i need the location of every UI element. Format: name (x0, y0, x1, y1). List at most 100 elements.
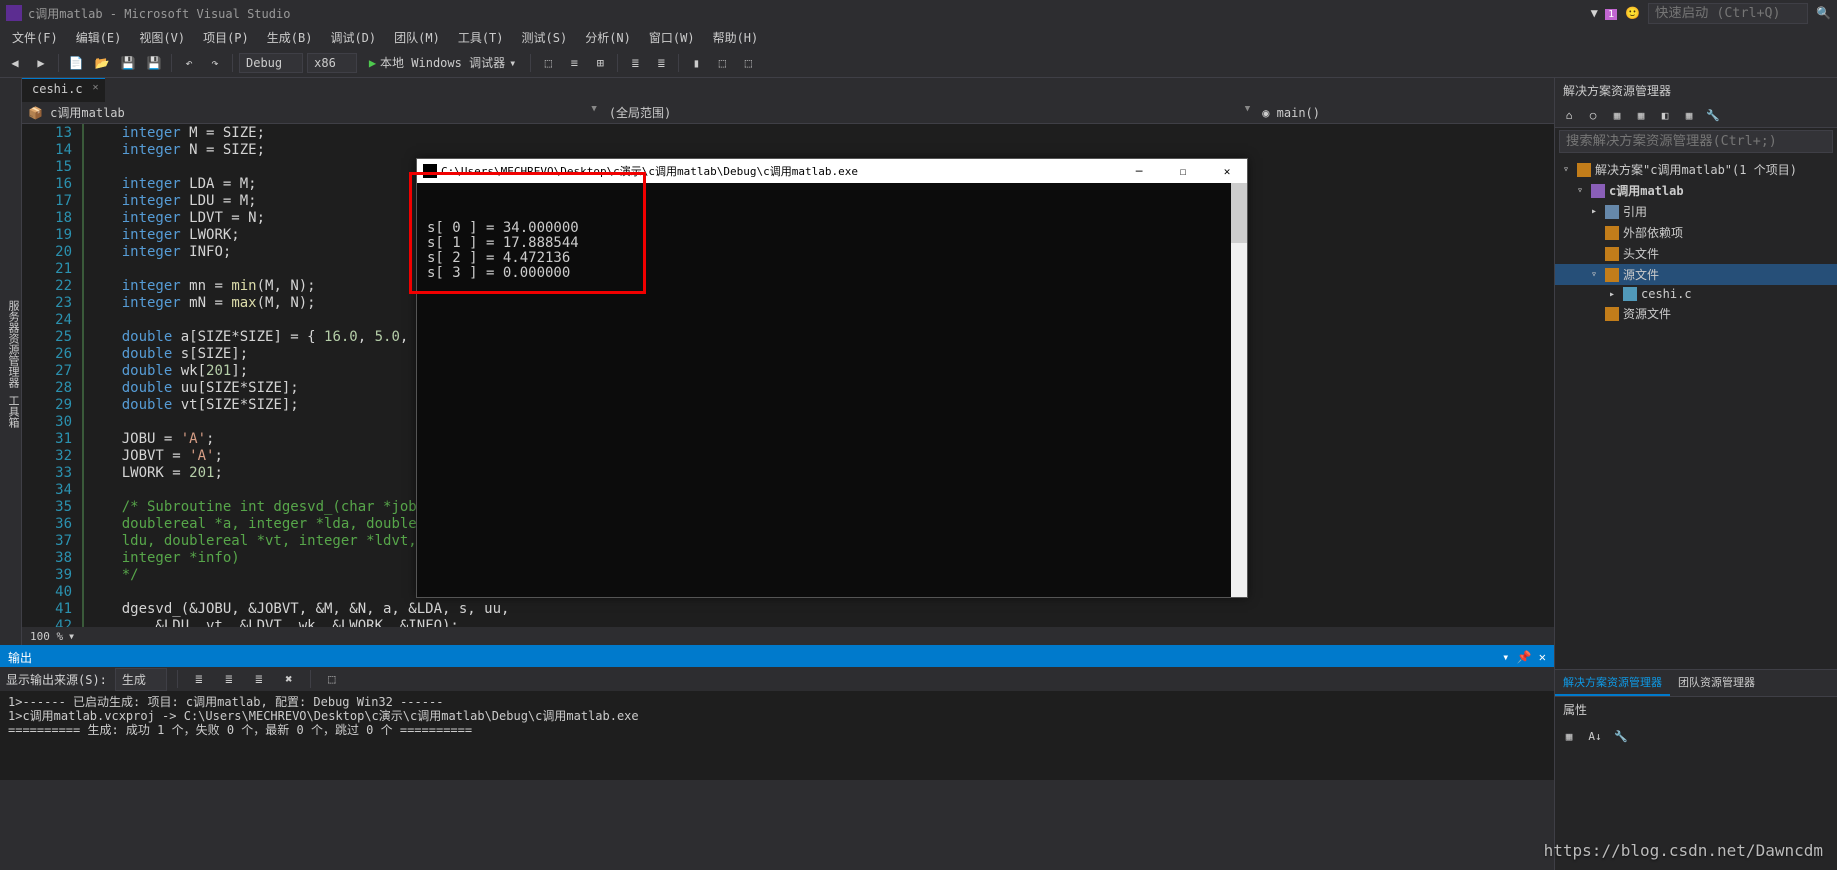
output-source-dropdown[interactable]: 生成 (115, 668, 167, 691)
notification-flag-icon[interactable]: ▼ 1 (1591, 6, 1617, 20)
menu-help[interactable]: 帮助(H) (705, 27, 767, 48)
folder-icon (1605, 247, 1619, 261)
output-body[interactable]: 1>------ 已启动生成: 项目: c调用matlab, 配置: Debug… (0, 691, 1554, 780)
se-home-icon[interactable]: ⌂ (1559, 105, 1579, 125)
se-icon-6[interactable]: ▦ (1679, 105, 1699, 125)
nav-back-icon[interactable]: ◀ (4, 52, 26, 74)
menubar: 文件(F) 编辑(E) 视图(V) 项目(P) 生成(B) 调试(D) 团队(M… (0, 26, 1837, 48)
menu-team[interactable]: 团队(M) (386, 27, 448, 48)
output-panel: 输出 ▾ 📌 ✕ 显示输出来源(S): 生成 ≣ ≣ ≣ ✖ ⬚ 1>-----… (0, 645, 1554, 780)
console-close-icon[interactable]: ✕ (1213, 165, 1241, 178)
output-pin-icon[interactable]: 📌 (1517, 650, 1532, 664)
tree-sources[interactable]: ▿源文件 (1555, 264, 1837, 285)
menu-project[interactable]: 项目(P) (195, 27, 257, 48)
solution-tree[interactable]: ▿解决方案"c调用matlab"(1 个项目) ▿c调用matlab ▸引用 外… (1555, 155, 1837, 669)
menu-analyze[interactable]: 分析(N) (577, 27, 639, 48)
c-file-icon (1623, 287, 1637, 301)
menu-view[interactable]: 视图(V) (131, 27, 193, 48)
solution-icon (1577, 163, 1591, 177)
toolbar: ◀ ▶ 📄 📂 💾 💾 ↶ ↷ Debug x86 ▶本地 Windows 调试… (0, 48, 1837, 78)
quick-launch-input[interactable] (1648, 3, 1808, 24)
output-title: 输出 (8, 649, 32, 666)
undo-icon[interactable]: ↶ (178, 52, 200, 74)
play-icon: ▶ (369, 56, 376, 70)
console-max-icon[interactable]: ☐ (1169, 165, 1197, 178)
console-window[interactable]: C:\Users\MECHREVO\Desktop\c演示\c调用matlab\… (416, 158, 1248, 598)
tree-external-deps[interactable]: 外部依赖项 (1555, 222, 1837, 243)
tb-icon-6[interactable]: ▮ (685, 52, 707, 74)
save-icon[interactable]: 💾 (117, 52, 139, 74)
new-file-icon[interactable]: 📄 (65, 52, 87, 74)
output-tb-1[interactable]: ≣ (188, 668, 210, 690)
tab-solution-explorer[interactable]: 解决方案资源管理器 (1555, 670, 1670, 696)
output-source-label: 显示输出来源(S): (6, 671, 107, 688)
tree-solution-root[interactable]: ▿解决方案"c调用matlab"(1 个项目) (1555, 159, 1837, 180)
output-tb-4[interactable]: ⬚ (321, 668, 343, 690)
left-toolstrip[interactable]: 服务器资源管理器 工具箱 (0, 78, 22, 645)
menu-build[interactable]: 生成(B) (259, 27, 321, 48)
output-close-icon[interactable]: ✕ (1539, 650, 1546, 664)
platform-dropdown[interactable]: x86 (307, 53, 357, 73)
tb-icon-1[interactable]: ⬚ (537, 52, 559, 74)
tab-close-icon[interactable]: ✕ (93, 82, 99, 93)
solution-explorer-panel: 解决方案资源管理器 ⌂ ○ ▦ ▦ ◧ ▦ 🔧 ▿解决方案"c调用matlab"… (1554, 78, 1837, 870)
console-scrollbar[interactable] (1231, 183, 1247, 597)
tab-team-explorer[interactable]: 团队资源管理器 (1670, 670, 1763, 696)
se-wrench-icon[interactable]: 🔧 (1703, 105, 1723, 125)
menu-file[interactable]: 文件(F) (4, 27, 66, 48)
line-gutter: 1314151617181920212223242526272829303132… (22, 124, 82, 627)
feedback-icon[interactable]: 🙂 (1625, 6, 1640, 20)
folder-icon (1605, 226, 1619, 240)
tree-headers[interactable]: 头文件 (1555, 243, 1837, 264)
console-output[interactable]: s[ 0 ] = 34.000000s[ 1 ] = 17.888544s[ 2… (417, 183, 1247, 597)
project-icon (1591, 184, 1605, 198)
output-dropdown-icon[interactable]: ▾ (1502, 650, 1509, 664)
props-wrench-icon[interactable]: 🔧 (1611, 726, 1631, 746)
props-cat-icon[interactable]: ▦ (1559, 726, 1579, 746)
output-tb-2[interactable]: ≣ (218, 668, 240, 690)
output-clear-icon[interactable]: ✖ (278, 668, 300, 690)
nav-scope-dropdown[interactable]: (全局范围) (603, 102, 1256, 123)
solution-search-input[interactable] (1559, 130, 1833, 153)
se-icon-4[interactable]: ▦ (1631, 105, 1651, 125)
se-refresh-icon[interactable]: ○ (1583, 105, 1603, 125)
redo-icon[interactable]: ↷ (204, 52, 226, 74)
solution-explorer-header: 解决方案资源管理器 (1555, 78, 1837, 103)
nav-project-dropdown[interactable]: 📦 c调用matlab (22, 102, 603, 123)
menu-debug[interactable]: 调试(D) (322, 27, 384, 48)
se-icon-5[interactable]: ◧ (1655, 105, 1675, 125)
console-title-text: C:\Users\MECHREVO\Desktop\c演示\c调用matlab\… (441, 163, 858, 179)
menu-tools[interactable]: 工具(T) (450, 27, 512, 48)
tree-references[interactable]: ▸引用 (1555, 201, 1837, 222)
watermark-text: https://blog.csdn.net/Dawncdm (1544, 841, 1823, 860)
tb-icon-8[interactable]: ⬚ (737, 52, 759, 74)
se-icon-3[interactable]: ▦ (1607, 105, 1627, 125)
window-title: c调用matlab - Microsoft Visual Studio (28, 5, 290, 22)
tb-icon-4[interactable]: ≣ (624, 52, 646, 74)
menu-window[interactable]: 窗口(W) (641, 27, 703, 48)
tb-icon-3[interactable]: ⊞ (589, 52, 611, 74)
tb-icon-7[interactable]: ⬚ (711, 52, 733, 74)
menu-test[interactable]: 测试(S) (514, 27, 576, 48)
menu-edit[interactable]: 编辑(E) (68, 27, 130, 48)
tb-icon-5[interactable]: ≣ (650, 52, 672, 74)
tb-icon-2[interactable]: ≡ (563, 52, 585, 74)
save-all-icon[interactable]: 💾 (143, 52, 165, 74)
console-exe-icon (423, 164, 437, 178)
folder-icon (1605, 307, 1619, 321)
search-icon[interactable]: 🔍 (1816, 6, 1831, 20)
tab-ceshi-c[interactable]: ceshi.c✕ (22, 78, 105, 102)
output-tb-3[interactable]: ≣ (248, 668, 270, 690)
nav-fwd-icon[interactable]: ▶ (30, 52, 52, 74)
references-icon (1605, 205, 1619, 219)
vs-logo-icon (6, 5, 22, 21)
tree-ceshi-c[interactable]: ▸ceshi.c (1555, 285, 1837, 303)
open-file-icon[interactable]: 📂 (91, 52, 113, 74)
folder-icon (1605, 268, 1619, 282)
console-min-icon[interactable]: ─ (1125, 165, 1153, 178)
start-debug-button[interactable]: ▶本地 Windows 调试器 ▾ (361, 52, 525, 73)
tree-resources[interactable]: 资源文件 (1555, 303, 1837, 324)
tree-project[interactable]: ▿c调用matlab (1555, 180, 1837, 201)
config-dropdown[interactable]: Debug (239, 53, 303, 73)
props-az-icon[interactable]: A↓ (1585, 726, 1605, 746)
